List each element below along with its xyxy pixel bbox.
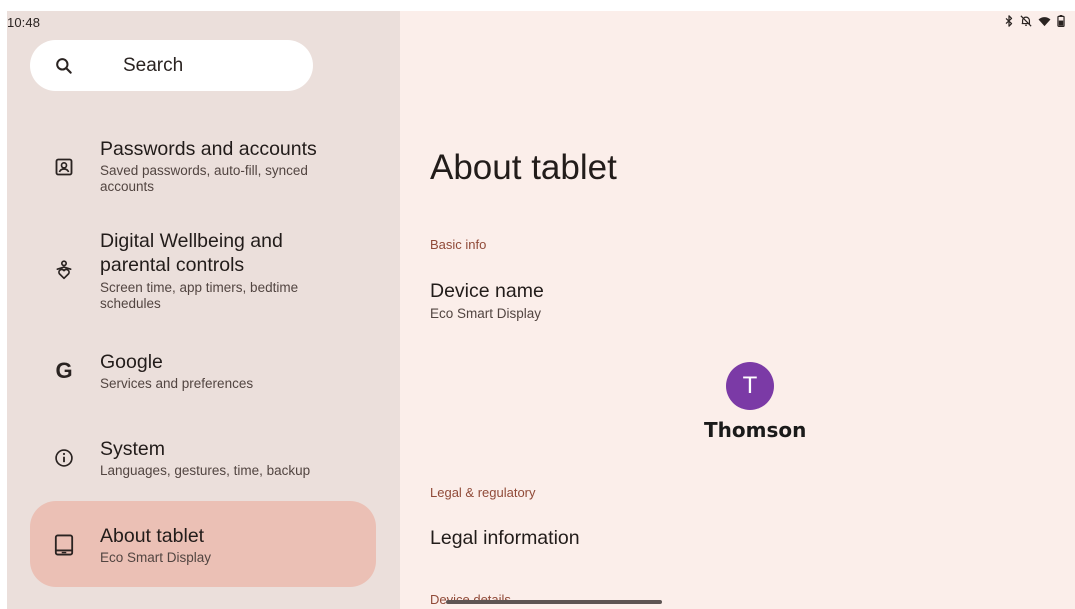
avatar-letter: T: [742, 372, 758, 399]
account-box-icon: [52, 155, 76, 179]
sidebar-item-title: Digital Wellbeing and parental controls: [100, 230, 283, 276]
search-bar[interactable]: Search: [30, 40, 313, 91]
gesture-navigation-bar[interactable]: [446, 600, 662, 604]
wifi-icon: [1038, 16, 1051, 27]
sidebar-item-subtitle: Languages, gestures, time, backup: [100, 463, 311, 478]
bluetooth-icon: [1004, 15, 1014, 27]
google-icon: G: [55, 358, 73, 383]
legal-information-item[interactable]: Legal information: [430, 527, 580, 550]
search-icon: [54, 56, 74, 81]
avatar: T: [726, 362, 774, 410]
sidebar-item-system[interactable]: System Languages, gestures, time, backup: [7, 436, 400, 482]
sidebar-item-about-tablet[interactable]: About tablet Eco Smart Display: [7, 523, 400, 569]
wellbeing-icon: [52, 258, 76, 282]
brand-logo: Thomson: [704, 418, 807, 442]
notifications-off-icon: [1020, 15, 1032, 27]
settings-screen: 10:48 Search Passwords and accounts Save…: [7, 11, 1075, 609]
sidebar-item-title: Google: [100, 351, 163, 373]
device-name-value: Eco Smart Display: [430, 306, 542, 321]
page-title: About tablet: [430, 148, 617, 187]
section-basic-info: Basic info: [430, 237, 487, 252]
settings-sidebar: 10:48 Search Passwords and accounts Save…: [7, 11, 400, 609]
sidebar-item-google[interactable]: G Google Services and preferences: [7, 349, 400, 395]
status-icons: [1004, 15, 1065, 27]
sidebar-item-title: Passwords and accounts: [100, 138, 317, 160]
status-time: 10:48: [7, 15, 41, 30]
info-icon: [52, 446, 76, 470]
sidebar-item-title: About tablet: [100, 525, 205, 547]
battery-icon: [1057, 15, 1065, 27]
sidebar-item-subtitle: Services and preferences: [100, 376, 254, 391]
section-legal-regulatory: Legal & regulatory: [430, 485, 536, 500]
sidebar-item-subtitle: Eco Smart Display: [100, 550, 212, 565]
device-name-title: Device name: [430, 280, 544, 302]
tablet-icon: [52, 533, 76, 557]
sidebar-item-digital-wellbeing[interactable]: Digital Wellbeing and parental controls …: [7, 230, 400, 312]
sidebar-item-subtitle: Saved passwords, auto-fill, synced accou…: [100, 163, 308, 194]
sidebar-item-subtitle: Screen time, app timers, bedtime schedul…: [100, 280, 299, 311]
search-label: Search: [123, 55, 184, 76]
sidebar-item-title: System: [100, 438, 166, 460]
sidebar-item-passwords-accounts[interactable]: Passwords and accounts Saved passwords, …: [7, 133, 400, 203]
detail-pane: About tablet Basic info Device name Eco …: [400, 11, 1075, 609]
